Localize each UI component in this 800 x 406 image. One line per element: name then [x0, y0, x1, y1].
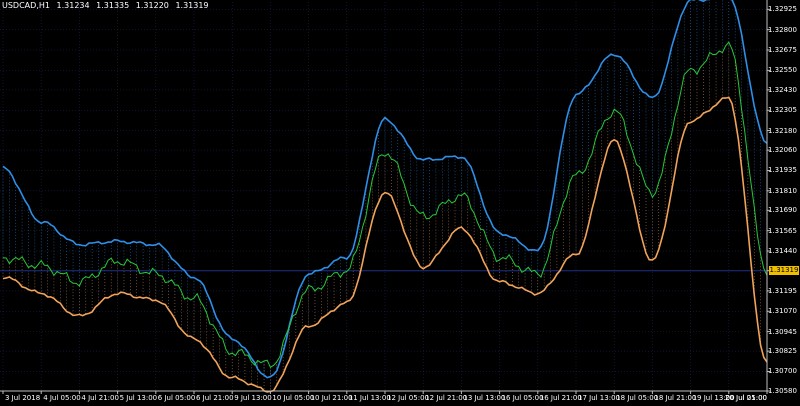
time-tick-label: 12 Jul 21:00 [425, 394, 468, 402]
time-tick-label: 11 Jul 13:00 [348, 394, 391, 402]
time-tick-label: 4 Jul 21:00 [81, 394, 119, 402]
time-tick-label: 9 Jul 13:00 [234, 394, 272, 402]
price-tick-label: 1.30580 [768, 387, 797, 395]
price-tick-label: 1.31935 [768, 166, 797, 175]
price-tick-label: 1.32675 [768, 46, 797, 54]
price-tick-label: 1.31690 [768, 206, 797, 215]
time-tick-label: 20 Jul 21:00 [725, 394, 767, 402]
price-tick-label: 1.32550 [768, 66, 797, 75]
time-tick-label: 6 Jul 05:00 [157, 394, 196, 402]
price-tick-label: 1.31565 [768, 226, 797, 235]
price-tick-label: 1.32430 [768, 85, 797, 94]
price-chart[interactable] [0, 0, 800, 406]
price-tick-label: 1.31195 [768, 286, 797, 295]
time-tick-label: 5 Jul 13:00 [119, 394, 158, 402]
time-tick-label: 6 Jul 21:00 [196, 394, 234, 402]
time-tick-label: 17 Jul 13:00 [578, 394, 620, 402]
time-tick-label: 18 Jul 05:00 [616, 394, 659, 402]
price-tick-label: 1.32800 [768, 25, 797, 34]
time-tick-label: 18 Jul 21:00 [654, 394, 697, 402]
time-tick-label: 4 Jul 05:00 [43, 394, 81, 402]
price-tick-label: 1.32925 [768, 5, 797, 14]
chart-window[interactable]: USDCAD,H1 1.31234 1.31335 1.31220 1.3131… [0, 0, 800, 406]
current-price-label: 1.31319 [769, 266, 799, 276]
price-line [2, 41, 768, 369]
price-tick-label: 1.31810 [768, 186, 797, 195]
symbol-timeframe: USDCAD,H1 [2, 1, 50, 10]
price-tick-label: 1.30825 [768, 347, 797, 356]
time-tick-label: 10 Jul 21:00 [310, 394, 353, 402]
price-tick-label: 1.32305 [768, 106, 797, 115]
time-tick-label: 16 Jul 21:00 [539, 394, 582, 402]
price-tick-label: 1.32060 [768, 146, 797, 155]
price-tick-label: 1.32180 [768, 126, 797, 135]
time-tick-label: 10 Jul 05:00 [272, 394, 315, 402]
price-tick-label: 1.31440 [768, 247, 797, 256]
ohlc-open: 1.31234 [56, 1, 90, 10]
lower-band-fill [2, 42, 768, 392]
ohlc-low: 1.31220 [135, 1, 169, 10]
time-tick-label: 12 Jul 05:00 [387, 394, 429, 402]
ohlc-close: 1.31319 [175, 1, 209, 10]
price-tick-label: 1.31070 [768, 307, 797, 316]
time-tick-label: 13 Jul 13:00 [463, 394, 506, 402]
time-tick-label: 3 Jul 2018 [5, 394, 41, 402]
price-tick-label: 1.30700 [768, 367, 797, 376]
price-tick-label: 1.30945 [768, 327, 797, 336]
ohlc-high: 1.31335 [96, 1, 130, 10]
time-tick-label: 16 Jul 05:00 [501, 394, 544, 402]
symbol-header: USDCAD,H1 1.31234 1.31335 1.31220 1.3131… [2, 1, 213, 10]
